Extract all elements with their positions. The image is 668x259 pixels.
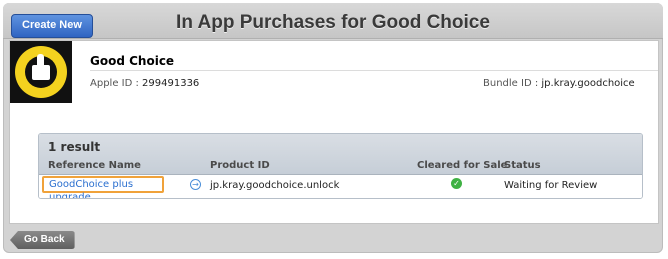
- table-row[interactable]: GoodChoice plus upgrade → jp.kray.goodch…: [39, 175, 642, 198]
- reference-name-link[interactable]: GoodChoice plus upgrade: [42, 176, 164, 198]
- page-title: In App Purchases for Good Choice: [176, 12, 490, 33]
- apple-id-label: Apple ID :: [90, 78, 139, 89]
- app-icon: [10, 41, 72, 103]
- apple-id: Apple ID : 299491336: [90, 78, 199, 89]
- results-header: 1 result Reference Name Product ID Clear…: [39, 134, 642, 175]
- arrow-right-icon[interactable]: →: [190, 179, 201, 190]
- product-id-cell: jp.kray.goodchoice.unlock: [210, 180, 340, 191]
- results-count: 1 result: [48, 140, 101, 154]
- bundle-id: Bundle ID : jp.kray.goodchoice: [483, 78, 635, 89]
- results-table: 1 result Reference Name Product ID Clear…: [38, 133, 643, 199]
- status-cell: Waiting for Review: [504, 180, 598, 191]
- header-bar: Create New In App Purchases for Good Cho…: [3, 3, 663, 39]
- app-name: Good Choice: [90, 54, 175, 68]
- column-cleared-for-sale[interactable]: Cleared for Sale: [417, 160, 507, 171]
- column-status[interactable]: Status: [504, 160, 541, 171]
- apple-id-value: 299491336: [142, 78, 200, 89]
- column-reference-name[interactable]: Reference Name: [48, 160, 141, 171]
- check-icon: ✓: [451, 178, 462, 189]
- app-panel: Good Choice Apple ID : 299491336 Bundle …: [9, 40, 659, 224]
- divider: [90, 70, 658, 71]
- bundle-id-label: Bundle ID :: [483, 78, 539, 89]
- column-product-id[interactable]: Product ID: [210, 160, 270, 171]
- bundle-id-value: jp.kray.goodchoice: [541, 78, 635, 89]
- go-back-button[interactable]: Go Back: [10, 231, 75, 249]
